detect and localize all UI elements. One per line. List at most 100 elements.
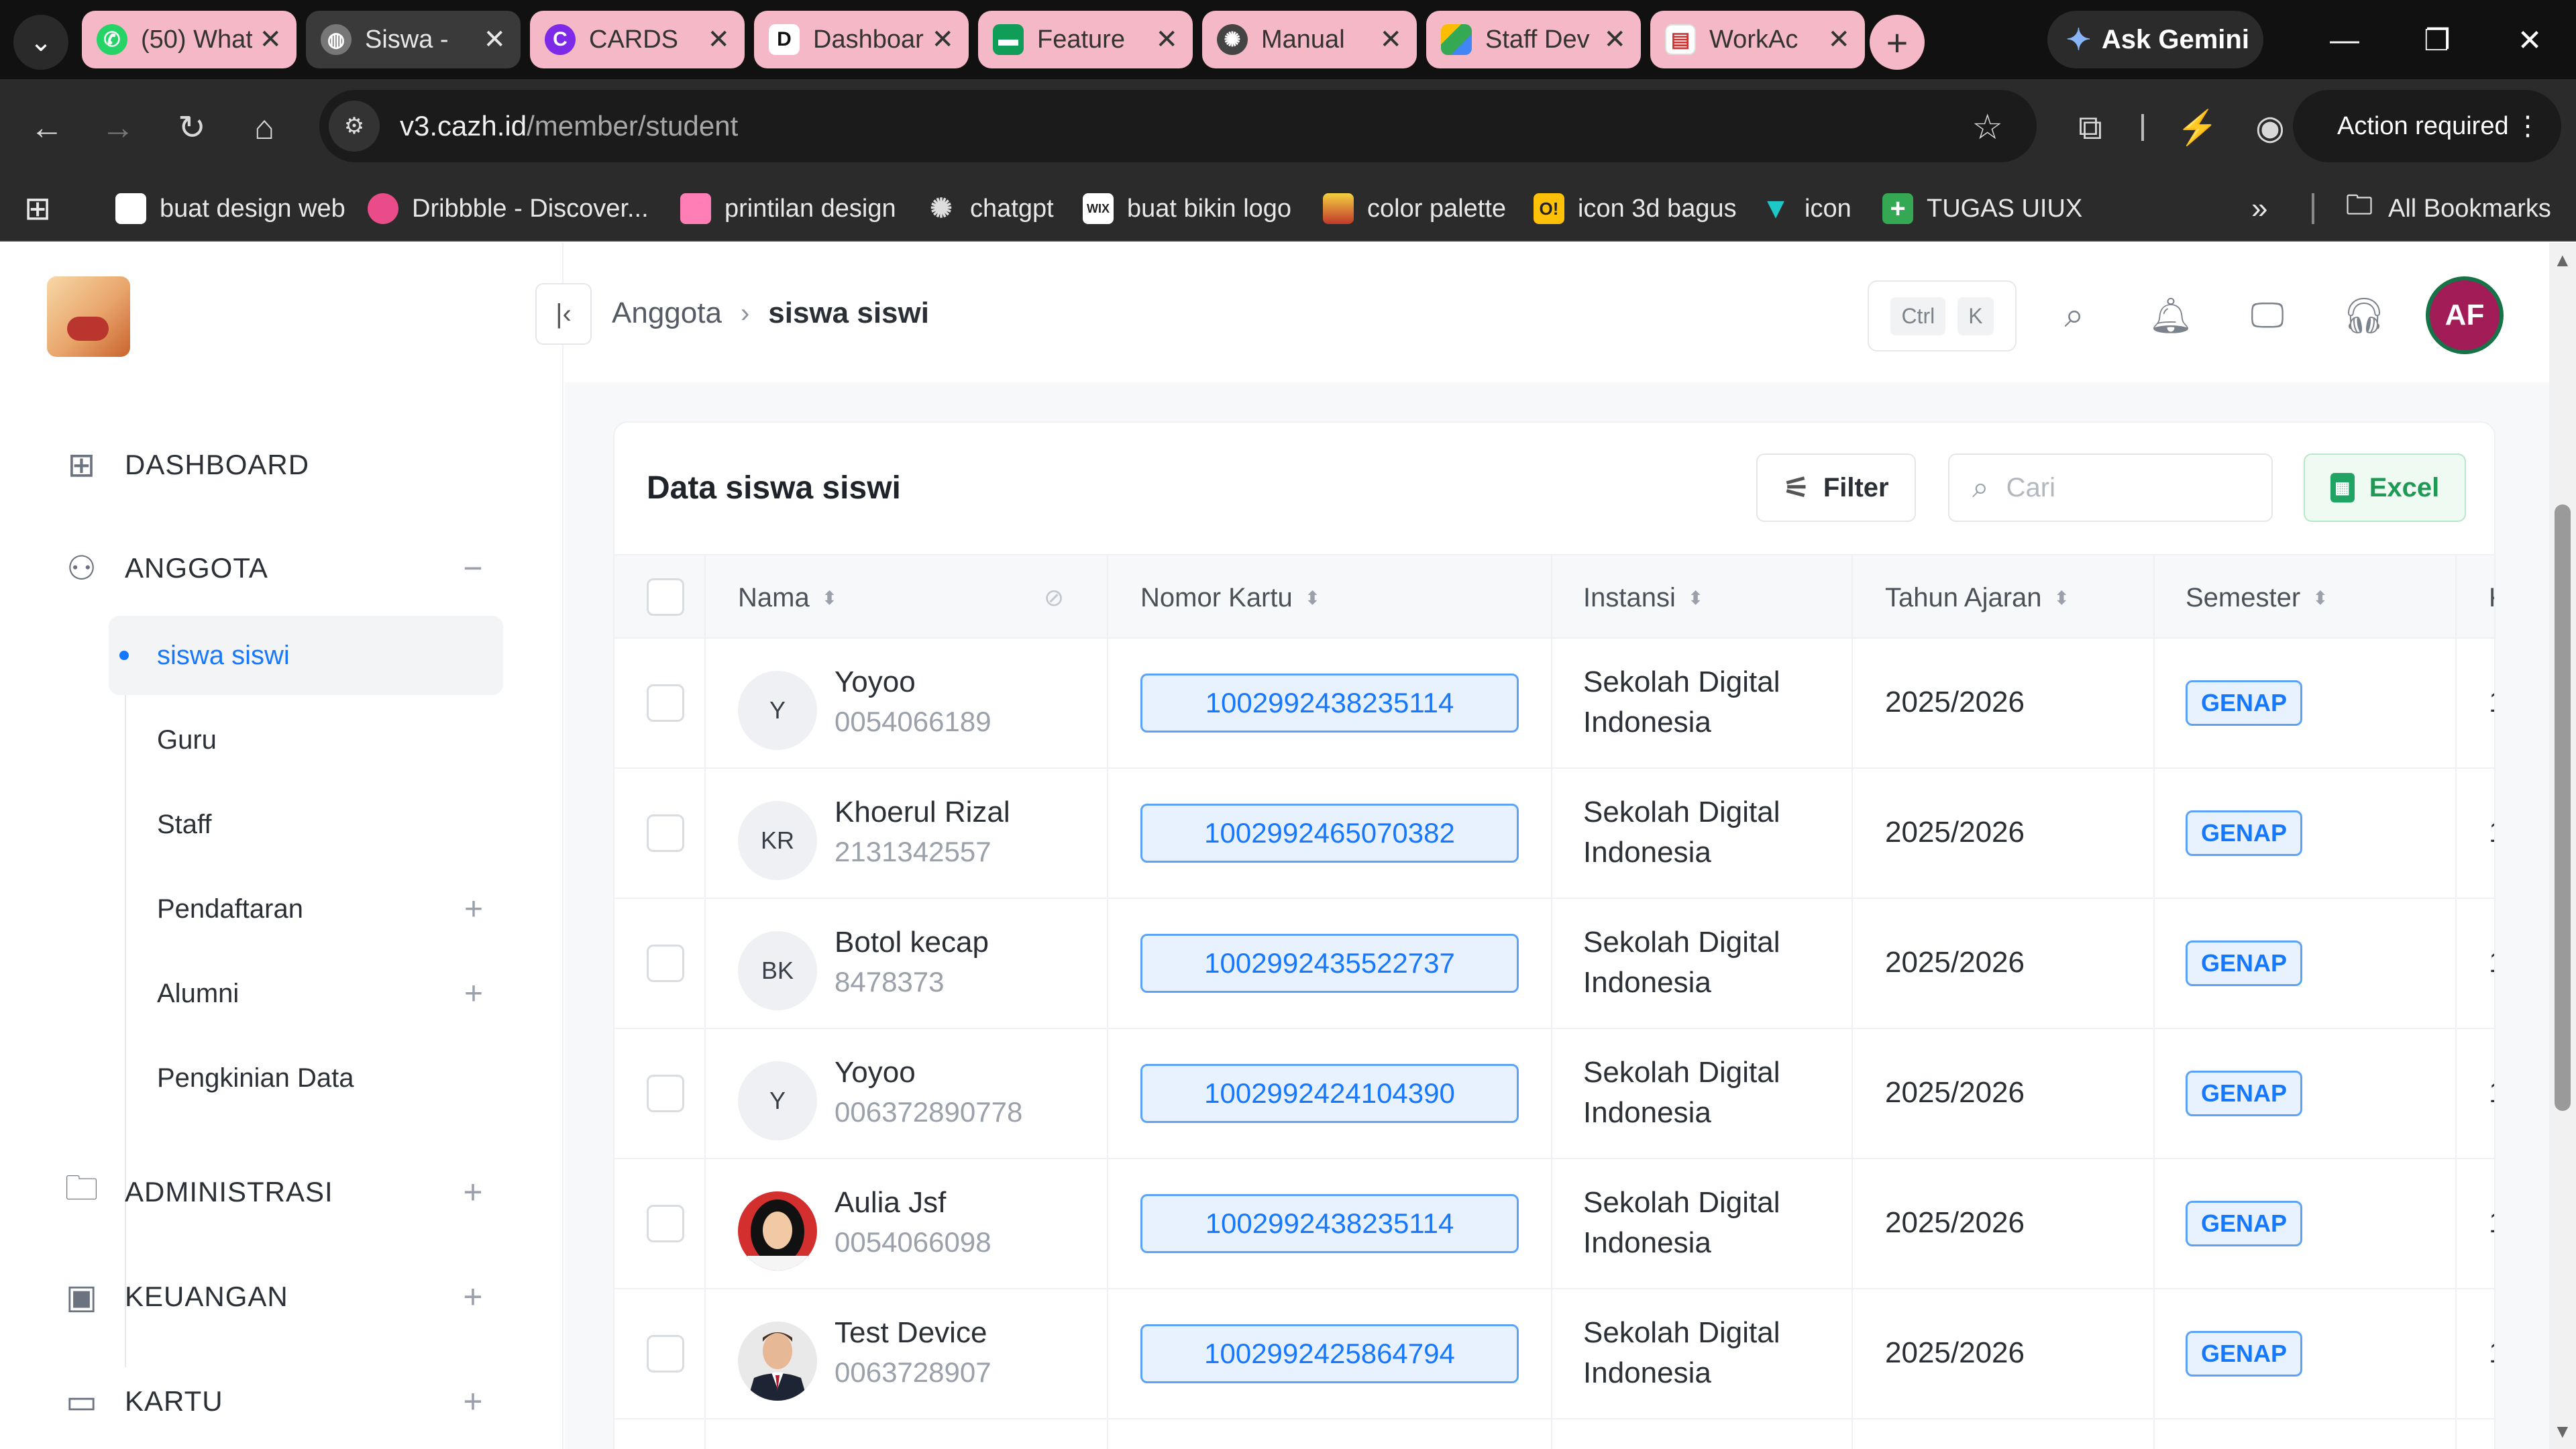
- close-tab-icon[interactable]: ✕: [259, 24, 282, 55]
- close-tab-icon[interactable]: ✕: [707, 24, 730, 55]
- breadcrumb-parent[interactable]: Anggota: [612, 297, 722, 330]
- card-number-badge[interactable]: 1002992424104390: [1140, 1064, 1519, 1123]
- sidebar-item-siswa-siswi[interactable]: siswa siswi: [109, 616, 503, 695]
- app-logo[interactable]: [47, 276, 130, 357]
- bookmark-icon-3d-bagus[interactable]: O! icon 3d bagus: [1534, 192, 1737, 225]
- home-icon[interactable]: ⌂: [243, 106, 286, 149]
- column-header-nama[interactable]: Nama ⬍: [738, 555, 837, 640]
- card-number-badge[interactable]: 1002992435522737: [1140, 934, 1519, 993]
- search-icon[interactable]: ⌕: [2053, 294, 2096, 337]
- bookmark-tugas-uiux[interactable]: + TUGAS UIUX: [1882, 192, 2082, 225]
- table-row[interactable]: Y Yoyoo 0054066189 1002992438235114 Seko…: [614, 639, 2494, 769]
- close-tab-icon[interactable]: ✕: [483, 24, 506, 55]
- more-bookmarks-chevron-icon[interactable]: »: [2251, 192, 2267, 225]
- sort-icon[interactable]: ⬍: [2312, 587, 2328, 609]
- row-checkbox[interactable]: [647, 814, 684, 852]
- site-info-icon[interactable]: ⚙: [329, 101, 380, 152]
- bookmark-chatgpt[interactable]: ✺ chatgpt: [926, 192, 1053, 225]
- row-checkbox[interactable]: [647, 1205, 684, 1242]
- sort-icon[interactable]: ⬍: [822, 587, 837, 609]
- bookmark-dribbble[interactable]: Dribbble - Discover...: [368, 192, 649, 225]
- search-input[interactable]: [2006, 472, 2248, 503]
- column-header-nomor-kartu[interactable]: Nomor Kartu ⬍: [1140, 555, 1320, 640]
- expand-plus-icon[interactable]: +: [456, 1278, 490, 1316]
- sidebar-item-pengkinian-data[interactable]: Pengkinian Data: [109, 1038, 503, 1118]
- close-tab-icon[interactable]: ✕: [1827, 24, 1850, 55]
- bookmark-icon[interactable]: ▼ icon: [1760, 192, 1851, 225]
- table-row[interactable]: Test Device 0063728907 1002992425864794 …: [614, 1289, 2494, 1419]
- row-checkbox[interactable]: [647, 945, 684, 982]
- page-scrollbar[interactable]: ▲ ▼: [2549, 243, 2576, 1449]
- reload-icon[interactable]: ↻: [170, 106, 213, 149]
- performance-icon[interactable]: ⚡: [2176, 106, 2219, 149]
- apps-grid-icon[interactable]: ⊞: [24, 191, 51, 227]
- all-bookmarks-button[interactable]: 🗀 All Bookmarks: [2344, 191, 2551, 225]
- more-vert-icon[interactable]: ⋮: [2514, 111, 2541, 142]
- expand-plus-icon[interactable]: +: [456, 1173, 490, 1211]
- new-tab-button[interactable]: +: [1870, 15, 1925, 70]
- expand-plus-icon[interactable]: +: [464, 891, 483, 928]
- table-row[interactable]: KR Khoerul Rizal 2131342557 100299246507…: [614, 769, 2494, 899]
- command-shortcut[interactable]: Ctrl K: [1868, 280, 2017, 352]
- row-checkbox[interactable]: [647, 684, 684, 722]
- bookmark-color-palette[interactable]: color palette: [1323, 192, 1506, 225]
- tab-feature[interactable]: ▬ Feature ✕: [978, 11, 1193, 68]
- address-bar[interactable]: ⚙ v3.cazh.id/member/student ☆: [319, 90, 2037, 162]
- scroll-up-icon[interactable]: ▲: [2553, 250, 2572, 271]
- row-checkbox[interactable]: [647, 1335, 684, 1373]
- collapse-minus-icon[interactable]: −: [456, 549, 490, 587]
- search-field[interactable]: ⌕: [1948, 453, 2273, 522]
- url-text[interactable]: v3.cazh.id/member/student: [400, 110, 738, 142]
- ask-gemini-button[interactable]: ✦ Ask Gemini: [2047, 11, 2263, 68]
- card-number-badge[interactable]: 1002992438235114: [1140, 674, 1519, 733]
- scroll-down-icon[interactable]: ▼: [2553, 1421, 2572, 1442]
- headset-icon[interactable]: 🎧︎: [2342, 294, 2386, 337]
- tab-dashboard[interactable]: D Dashboard ✕: [754, 11, 969, 68]
- card-number-badge[interactable]: 1002992465070382: [1140, 804, 1519, 863]
- close-tab-icon[interactable]: ✕: [931, 24, 954, 55]
- tab-manual[interactable]: ✺ Manual ✕: [1202, 11, 1417, 68]
- sidebar-item-guru[interactable]: Guru: [109, 700, 503, 780]
- forward-arrow-icon[interactable]: →: [97, 106, 140, 149]
- tab-whatsapp[interactable]: ✆ (50) WhatsApp ✕: [82, 11, 297, 68]
- bookmark-printilan-design[interactable]: printilan design: [680, 192, 896, 225]
- sort-icon[interactable]: ⬍: [2054, 587, 2070, 609]
- column-header-semester[interactable]: Semester ⬍: [2186, 555, 2328, 640]
- column-header-tahun-ajaran[interactable]: Tahun Ajaran ⬍: [1885, 555, 2070, 640]
- excel-export-button[interactable]: ▦ Excel: [2304, 453, 2466, 522]
- close-tab-icon[interactable]: ✕: [1379, 24, 1402, 55]
- restore-icon[interactable]: ❐: [2407, 13, 2467, 67]
- collapse-sidebar-icon[interactable]: |‹: [535, 283, 592, 345]
- tab-staff-dev[interactable]: Staff Dev ✕: [1426, 11, 1641, 68]
- profile-icon[interactable]: ◉: [2249, 106, 2292, 149]
- unpin-icon[interactable]: ⊘: [1044, 555, 1064, 640]
- avatar[interactable]: AF: [2426, 276, 2504, 354]
- bell-icon[interactable]: 🔔︎: [2149, 294, 2193, 337]
- close-tab-icon[interactable]: ✕: [1155, 24, 1178, 55]
- tab-search-chevron-icon[interactable]: ⌄: [13, 15, 68, 70]
- sort-icon[interactable]: ⬍: [1688, 587, 1703, 609]
- extensions-puzzle-icon[interactable]: ⧉: [2069, 106, 2112, 149]
- filter-button[interactable]: ⚟ Filter: [1756, 453, 1916, 522]
- minimize-icon[interactable]: —: [2314, 13, 2375, 67]
- tab-cards[interactable]: C CARDS ✕: [530, 11, 745, 68]
- bookmark-buat-bikin-logo[interactable]: WIX buat bikin logo: [1083, 192, 1291, 225]
- tab-siswa[interactable]: ◍ Siswa - ✕: [306, 11, 521, 68]
- sidebar-item-alumni[interactable]: Alumni +: [109, 954, 503, 1033]
- row-checkbox[interactable]: [647, 1075, 684, 1112]
- close-window-icon[interactable]: ✕: [2500, 13, 2560, 67]
- tab-workac[interactable]: ▤ WorkAc ✕: [1650, 11, 1865, 68]
- expand-plus-icon[interactable]: +: [456, 1383, 490, 1420]
- column-header-instansi[interactable]: Instansi ⬍: [1583, 555, 1703, 640]
- card-number-badge[interactable]: 1002992425864794: [1140, 1324, 1519, 1383]
- sidebar-item-pendaftaran[interactable]: Pendaftaran +: [109, 869, 503, 949]
- scrollbar-thumb[interactable]: [2555, 504, 2571, 1111]
- select-all-checkbox[interactable]: [647, 578, 684, 616]
- bookmark-buat-design-web[interactable]: buat design web: [115, 192, 345, 225]
- card-number-badge[interactable]: 1002992438235114: [1140, 1194, 1519, 1253]
- column-header-truncated[interactable]: K: [2489, 555, 2494, 640]
- monitor-icon[interactable]: 🖵: [2246, 294, 2289, 337]
- table-row[interactable]: BK Botol kecap 8478373 1002992435522737 …: [614, 899, 2494, 1029]
- sidebar-item-staff[interactable]: Staff: [109, 785, 503, 864]
- back-arrow-icon[interactable]: ←: [25, 106, 68, 149]
